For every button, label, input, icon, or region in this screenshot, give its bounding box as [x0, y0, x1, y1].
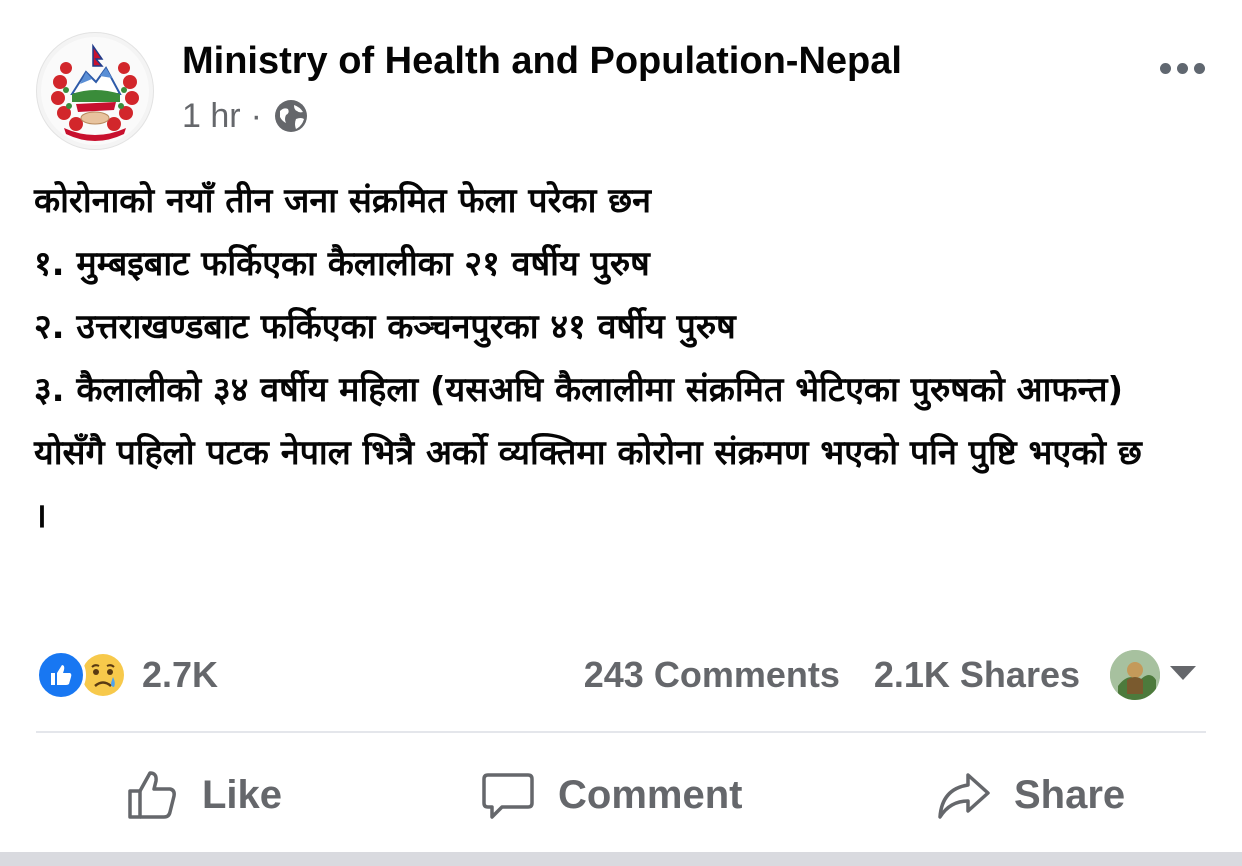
- comment-button[interactable]: Comment: [480, 750, 742, 840]
- post-line: १. मुम्बइबाट फर्किएका कैलालीका २१ वर्षीय…: [34, 244, 650, 284]
- page-avatar[interactable]: [36, 32, 154, 150]
- post-text: कोरोनाको नयाँ तीन जना संक्रमित फेला परेक…: [34, 170, 1214, 548]
- more-options-icon[interactable]: [1152, 50, 1212, 86]
- share-label: Share: [1014, 772, 1126, 817]
- post-line: कोरोनाको नयाँ तीन जना संक्रमित फेला परेक…: [34, 181, 651, 221]
- share-button[interactable]: Share: [936, 750, 1125, 840]
- like-button[interactable]: Like: [124, 750, 282, 840]
- shares-count[interactable]: 2.1K Shares: [874, 654, 1080, 696]
- comments-count[interactable]: 243 Comments: [584, 654, 840, 696]
- like-label: Like: [202, 772, 283, 817]
- engagement-counts: 243 Comments 2.1K Shares: [584, 648, 1080, 702]
- page-name[interactable]: Ministry of Health and Population-Nepal: [182, 40, 902, 83]
- thumbs-up-icon: [128, 771, 176, 819]
- post-meta: 1 hr ·: [182, 96, 310, 136]
- meta-separator: ·: [250, 96, 262, 135]
- divider: [36, 731, 1206, 733]
- action-bar: Like Comment Share: [36, 750, 1206, 840]
- nepal-emblem-logo: [41, 37, 149, 145]
- comment-label: Comment: [558, 772, 743, 817]
- post-time[interactable]: 1 hr: [182, 97, 241, 136]
- comment-bubble-icon: [482, 773, 534, 819]
- reaction-count[interactable]: 2.7K: [142, 654, 218, 696]
- facebook-post: Ministry of Health and Population-Nepal …: [0, 0, 1242, 852]
- feed-separator: [0, 852, 1242, 866]
- reactions-summary[interactable]: 2.7K: [36, 648, 218, 702]
- like-reaction-icon: [36, 650, 86, 700]
- share-arrow-icon: [938, 773, 990, 819]
- post-line: योसँगै पहिलो पटक नेपाल भित्रै अर्को व्यक…: [34, 433, 1142, 536]
- globe-icon[interactable]: [272, 97, 310, 135]
- viewer-avatar[interactable]: [1110, 650, 1160, 700]
- post-line: २. उत्तराखण्डबाट फर्किएका कञ्चनपुरका ४१ …: [34, 307, 736, 347]
- post-line: ३. कैलालीको ३४ वर्षीय महिला (यसअघि कैलाल…: [34, 370, 1124, 410]
- caret-down-icon[interactable]: [1170, 666, 1196, 680]
